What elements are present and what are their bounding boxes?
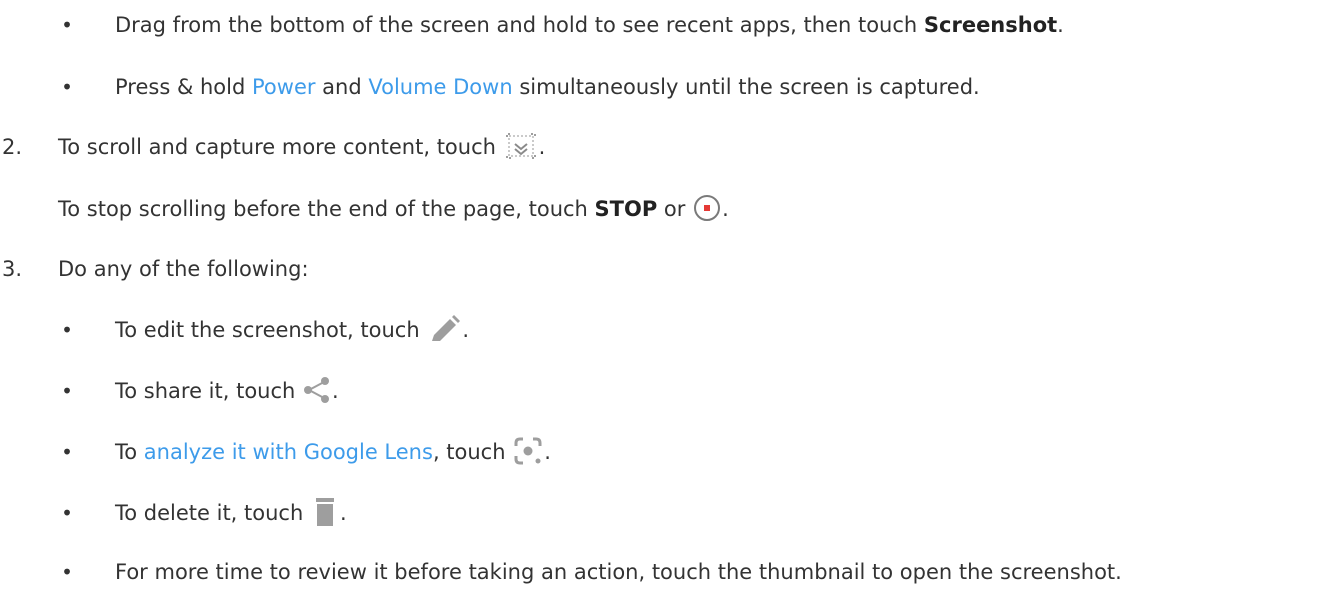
step-subtext-pre: To stop scrolling before the end of the … <box>58 197 595 221</box>
bullet-text: Drag from the bottom of the screen and h… <box>115 10 1064 40</box>
bullet-text-pre: Drag from the bottom of the screen and h… <box>115 13 924 37</box>
list-item-pre: To edit the screenshot, touch <box>115 318 427 342</box>
google-lens-link[interactable]: analyze it with Google Lens <box>144 440 433 464</box>
bullet-dot: • <box>61 440 73 464</box>
bullet-dot: • <box>61 379 73 403</box>
bullet-dot: • <box>61 501 73 525</box>
list-item-mid: , touch <box>432 440 513 464</box>
list-item-pre: To delete it, touch <box>115 501 310 525</box>
bullet-text-mid: and <box>315 75 369 99</box>
bullet-text: Press & hold Power and Volume Down simul… <box>115 72 980 102</box>
share-icon <box>302 375 332 405</box>
step-text-main: To scroll and capture more content, touc… <box>58 135 503 159</box>
list-item-post: . <box>544 440 551 464</box>
list-item-text: To analyze it with Google Lens, touch . <box>115 437 551 468</box>
step-subtext-mid: or <box>657 197 693 221</box>
bullet-dot: • <box>61 560 73 584</box>
step-text: To scroll and capture more content, touc… <box>58 132 545 163</box>
bullet-text-pre: Press & hold <box>115 75 252 99</box>
list-item-pre: To <box>115 440 144 464</box>
bullet-text-post: . <box>1057 13 1064 37</box>
volume-down-link[interactable]: Volume Down <box>368 75 512 99</box>
list-item-post: . <box>339 501 347 525</box>
list-item-text: To share it, touch . <box>115 376 339 407</box>
step-text-end: . <box>538 135 546 159</box>
step-subtext-end: . <box>722 197 729 221</box>
list-item-text: To delete it, touch . <box>115 498 347 530</box>
list-item-text: To edit the screenshot, touch . <box>115 315 469 346</box>
step-subtext: To stop scrolling before the end of the … <box>58 194 729 225</box>
step-text: Do any of the following: <box>58 257 309 281</box>
list-item-post: . <box>462 318 470 342</box>
screenshot-label: Screenshot <box>923 13 1058 37</box>
bullet-dot: • <box>61 13 73 37</box>
stop-record-icon <box>692 193 722 223</box>
trash-icon <box>310 496 340 528</box>
power-link[interactable]: Power <box>252 75 316 99</box>
list-item-pre: To share it, touch <box>115 379 303 403</box>
lens-icon <box>512 436 544 466</box>
scroll-capture-icon <box>503 131 539 161</box>
step-number: 3. <box>2 257 23 281</box>
stop-label: STOP <box>594 197 658 221</box>
list-item-post: . <box>332 379 339 403</box>
pencil-icon <box>426 314 462 344</box>
list-item-text: For more time to review it before taking… <box>115 560 1122 584</box>
bullet-dot: • <box>61 75 73 99</box>
bullet-text-post: simultaneously until the screen is captu… <box>512 75 980 99</box>
bullet-dot: • <box>61 318 73 342</box>
step-number: 2. <box>2 135 23 159</box>
